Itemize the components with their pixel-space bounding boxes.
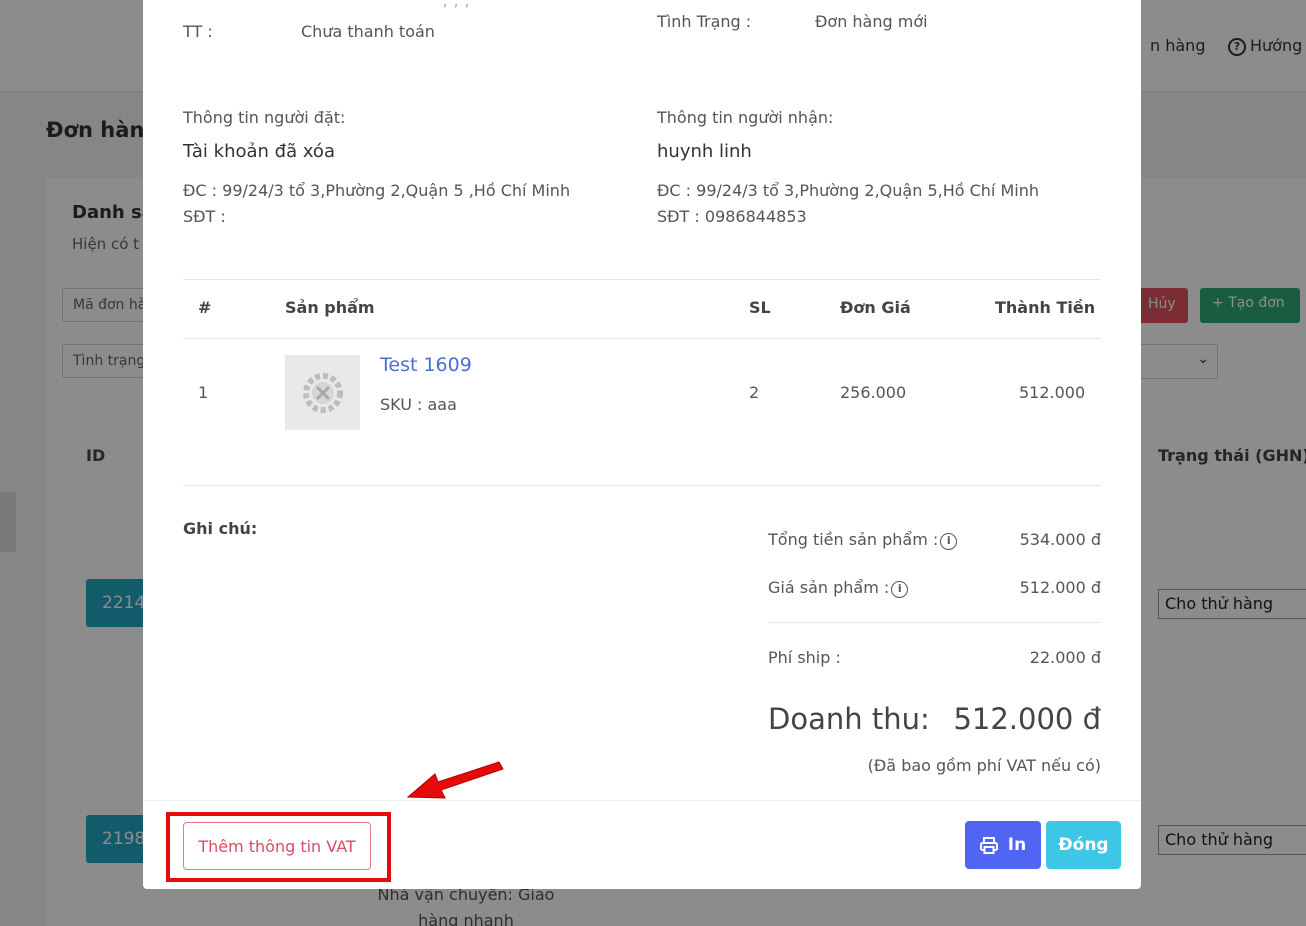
row-total: 512.000 [1019, 383, 1086, 402]
table-header-divider [183, 338, 1101, 339]
print-label: In [1007, 835, 1027, 855]
info-icon[interactable]: i [940, 533, 958, 550]
receiver-name: huynh linh [657, 141, 752, 162]
vat-note: (Đã bao gồm phí VAT nếu có) [867, 756, 1101, 775]
revenue-value: 512.000 đ [953, 702, 1101, 736]
modal-footer-divider [143, 800, 1141, 801]
note-label: Ghi chú: [183, 519, 258, 538]
product-price-value: 512.000 đ [1019, 578, 1101, 597]
annotation-highlight-box [166, 812, 391, 882]
product-total-label: Tổng tiền sản phẩm :i [768, 530, 958, 550]
row-index: 1 [198, 383, 209, 402]
column-header-total: Thành Tiền [995, 298, 1096, 317]
order-status-label: Tình Trạng : [657, 12, 752, 31]
printer-icon [979, 836, 998, 854]
product-price-label-text: Giá sản phẩm : [768, 578, 890, 597]
table-bottom-divider [183, 485, 1101, 486]
receiver-phone: SĐT : 0986844853 [657, 207, 807, 226]
product-total-value: 534.000 đ [1019, 530, 1101, 549]
info-icon[interactable]: i [891, 581, 909, 598]
payment-label: TT : [183, 22, 213, 41]
column-header-unit-price: Đơn Giá [840, 298, 911, 317]
order-status-value: Đơn hàng mới [815, 12, 928, 31]
column-header-index: # [198, 298, 212, 317]
print-button[interactable]: In [965, 821, 1041, 869]
receiver-address: ĐC : 99/24/3 tổ 3,Phường 2,Quận 5,Hồ Chí… [657, 181, 1039, 200]
buyer-info-title: Thông tin người đặt: [183, 108, 346, 127]
buyer-phone: SĐT : [183, 207, 226, 226]
receiver-info-title: Thông tin người nhận: [657, 108, 834, 127]
column-header-product: Sản phẩm [285, 298, 375, 317]
payment-status: Chưa thanh toán [301, 22, 435, 41]
table-top-divider [183, 279, 1101, 280]
revenue-label: Doanh thu: [768, 702, 930, 736]
shipping-fee-label: Phí ship : [768, 648, 841, 667]
buyer-address: ĐC : 99/24/3 tổ 3,Phường 2,Quận 5 ,Hồ Ch… [183, 181, 571, 200]
buyer-name: Tài khoản đã xóa [183, 141, 335, 162]
product-thumbnail [285, 355, 360, 430]
row-unit-price: 256.000 [840, 383, 907, 402]
product-sku: SKU : aaa [380, 395, 457, 414]
product-price-label: Giá sản phẩm :i [768, 578, 909, 598]
close-button[interactable]: Đóng [1046, 821, 1121, 869]
product-name-link[interactable]: Test 1609 [380, 354, 472, 376]
clipped-text-fragment: , , , [443, 0, 471, 10]
product-total-label-text: Tổng tiền sản phẩm : [768, 530, 939, 549]
shipping-fee-value: 22.000 đ [1029, 648, 1101, 667]
annotation-arrow-icon [406, 761, 504, 799]
column-header-qty: SL [749, 298, 771, 317]
row-qty: 2 [749, 383, 760, 402]
placeholder-gear-icon [302, 372, 343, 413]
summary-divider [768, 622, 1101, 623]
order-detail-modal: , , , TT : Chưa thanh toán Tình Trạng : … [143, 0, 1141, 889]
